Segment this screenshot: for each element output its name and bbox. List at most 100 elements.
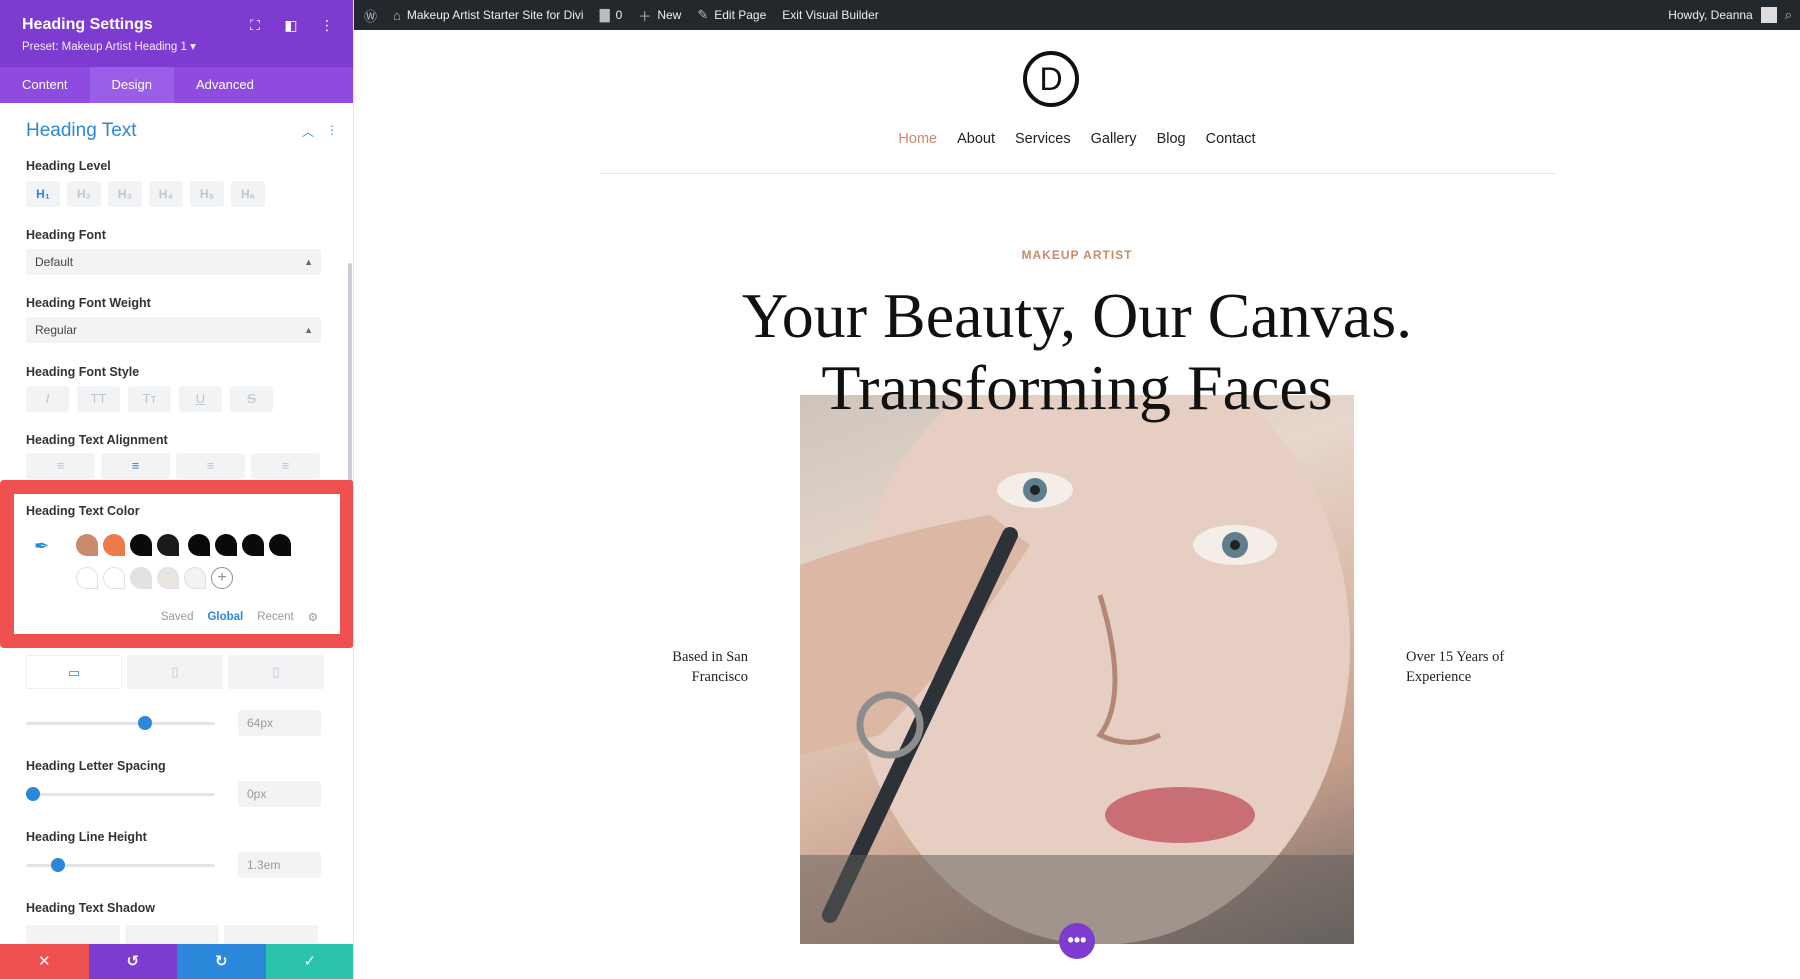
site-logo[interactable]: D <box>1023 51 1079 107</box>
eyedropper-icon[interactable]: ✒ <box>34 536 49 557</box>
uppercase-button[interactable]: TT <box>77 386 120 412</box>
chevron-up-icon[interactable]: ︿ <box>302 123 314 140</box>
nav-gallery[interactable]: Gallery <box>1091 131 1137 147</box>
color-tab-global[interactable]: Global <box>207 611 243 623</box>
tab-content[interactable]: Content <box>0 67 90 103</box>
align-justify-icon[interactable]: ≡ <box>251 453 320 479</box>
color-swatch[interactable] <box>269 534 291 556</box>
shadow-option[interactable] <box>125 925 219 944</box>
site-name: Makeup Artist Starter Site for Divi <box>406 8 584 22</box>
align-left-icon[interactable]: ≡ <box>26 453 95 479</box>
edit-page-label: Edit Page <box>714 8 767 22</box>
color-swatch[interactable] <box>103 534 125 556</box>
heading-level-label: Heading Level <box>26 159 111 173</box>
nav-about[interactable]: About <box>957 131 995 147</box>
italic-button[interactable]: I <box>26 386 69 412</box>
heading-font-label: Heading Font <box>26 228 106 242</box>
wp-admin-bar: Ⓦ ⌂ Makeup Artist Starter Site for Divi … <box>354 0 1800 30</box>
split-view-icon[interactable]: ◧ <box>283 17 299 33</box>
section-title[interactable]: Heading Text <box>26 120 137 142</box>
avatar[interactable] <box>1760 7 1777 23</box>
slider-knob[interactable] <box>26 787 40 801</box>
text-color-label: Heading Text Color <box>26 504 140 518</box>
nav-contact[interactable]: Contact <box>1206 131 1256 147</box>
desktop-icon[interactable]: ▭ <box>26 655 122 689</box>
hero-image <box>800 395 1354 944</box>
color-swatch[interactable] <box>242 534 264 556</box>
nav-blog[interactable]: Blog <box>1157 131 1186 147</box>
save-button[interactable]: ✓ <box>265 944 353 979</box>
heading-level-h3[interactable]: H₃ <box>108 181 142 207</box>
color-tab-recent[interactable]: Recent <box>257 611 293 623</box>
builder-more-button[interactable]: ••• <box>1059 923 1095 959</box>
preset-selector[interactable]: Preset: Makeup Artist Heading 1 ▾ <box>22 39 331 53</box>
site-name-link[interactable]: ⌂ Makeup Artist Starter Site for Divi <box>393 8 584 23</box>
comment-count: 0 <box>615 8 623 22</box>
color-swatch[interactable] <box>157 534 179 556</box>
heading-font-select[interactable]: Default ▲ <box>26 249 321 275</box>
new-link[interactable]: ＋ New <box>638 6 681 25</box>
heading-text-color-picker: Heading Text Color ✒ + Saved Global Rece… <box>0 480 353 648</box>
more-options-icon[interactable]: ⋮ <box>319 17 335 33</box>
strikethrough-button[interactable]: S <box>230 386 273 412</box>
section-menu-icon[interactable]: ⋮ <box>326 123 338 140</box>
color-swatch[interactable] <box>215 534 237 556</box>
hero-headline[interactable]: Your Beauty, Our Canvas. Transforming Fa… <box>354 280 1800 424</box>
underline-button[interactable]: U <box>179 386 222 412</box>
heading-level-h5[interactable]: H₅ <box>190 181 224 207</box>
heading-level-h4[interactable]: H₄ <box>149 181 183 207</box>
slider-knob[interactable] <box>138 716 152 730</box>
color-tab-saved[interactable]: Saved <box>161 611 194 623</box>
line-height-label: Heading Line Height <box>26 830 147 844</box>
search-icon[interactable]: ⌕ <box>1785 7 1792 23</box>
capitalize-button[interactable]: Tт <box>128 386 171 412</box>
color-swatch[interactable] <box>130 534 152 556</box>
howdy-user[interactable]: Howdy, Deanna <box>1668 8 1753 22</box>
global-color-swatches-light: + <box>76 567 233 589</box>
main-nav: Home About Services Gallery Blog Contact <box>354 131 1800 147</box>
align-right-icon[interactable]: ≡ <box>176 453 245 479</box>
color-swatch[interactable] <box>157 567 179 589</box>
edit-page-link[interactable]: ✎ Edit Page <box>697 7 766 23</box>
text-shadow-label: Heading Text Shadow <box>26 901 155 915</box>
letter-spacing-input[interactable]: 0px <box>238 781 321 807</box>
heading-size-slider[interactable] <box>26 716 215 730</box>
expand-icon[interactable]: ⛶ <box>247 17 263 33</box>
add-color-icon[interactable]: + <box>211 567 233 589</box>
color-swatch[interactable] <box>130 567 152 589</box>
heading-level-h6[interactable]: H₆ <box>231 181 265 207</box>
align-center-icon[interactable]: ≡ <box>101 453 170 479</box>
color-swatch[interactable] <box>76 534 98 556</box>
heading-level-h2[interactable]: H₂ <box>67 181 101 207</box>
discard-button[interactable]: ✕ <box>0 944 89 979</box>
tab-design[interactable]: Design <box>89 67 175 103</box>
line-height-input[interactable]: 1.3em <box>238 852 321 878</box>
nav-divider <box>599 173 1556 174</box>
phone-icon[interactable]: ▯ <box>228 655 324 689</box>
tablet-icon[interactable]: ▯ <box>127 655 223 689</box>
nav-services[interactable]: Services <box>1015 131 1071 147</box>
color-swatch[interactable] <box>184 567 206 589</box>
heading-level-h1[interactable]: H₁ <box>26 181 60 207</box>
new-label: New <box>657 8 682 22</box>
comments-link[interactable]: ▇ 0 <box>600 7 623 23</box>
gear-icon[interactable]: ⚙ <box>308 610 318 624</box>
color-swatch[interactable] <box>188 534 210 556</box>
exit-builder-link[interactable]: Exit Visual Builder <box>782 8 879 22</box>
color-swatch[interactable] <box>76 567 98 589</box>
tab-advanced[interactable]: Advanced <box>174 67 276 103</box>
slider-knob[interactable] <box>51 858 65 872</box>
shadow-option[interactable] <box>224 925 318 944</box>
global-color-swatches <box>76 534 291 556</box>
panel-tabs: Content Design Advanced <box>0 67 353 103</box>
heading-size-input[interactable]: 64px <box>238 710 321 736</box>
redo-button[interactable]: ↻ <box>177 944 266 979</box>
letter-spacing-slider[interactable] <box>26 787 215 801</box>
heading-weight-select[interactable]: Regular ▲ <box>26 317 321 343</box>
color-swatch[interactable] <box>103 567 125 589</box>
wordpress-icon[interactable]: Ⓦ <box>364 6 377 25</box>
shadow-option[interactable] <box>26 925 120 944</box>
line-height-slider[interactable] <box>26 858 215 872</box>
nav-home[interactable]: Home <box>898 131 937 147</box>
undo-button[interactable]: ↺ <box>88 944 177 979</box>
